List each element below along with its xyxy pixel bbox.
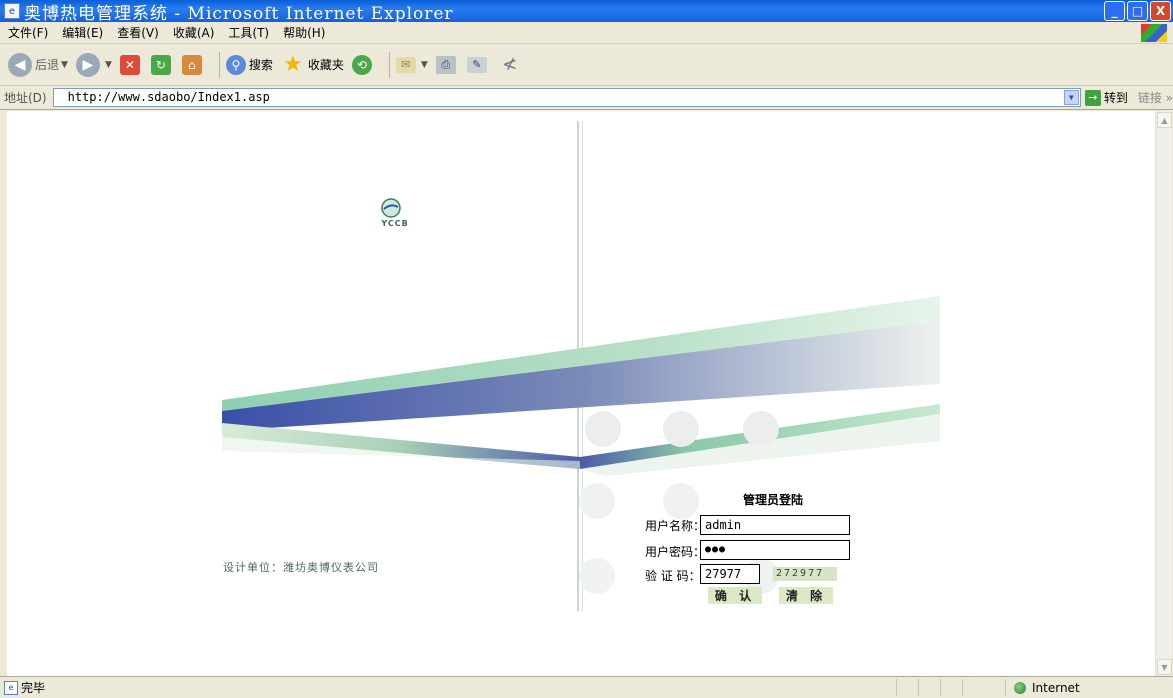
address-input[interactable]: http://www.sdaobo/Index1.asp ▼ xyxy=(52,88,1081,107)
menu-edit[interactable]: 编辑(E) xyxy=(62,24,103,41)
toolbar: ◀ 后退 ▼ ▶ ▼ ✕ ↻ ⌂ ⚲ 搜索 ★ 收藏夹 ⟲ ✉ ▼ ⎙ ✎ ≮ xyxy=(0,44,1173,86)
maximize-button[interactable]: □ xyxy=(1127,1,1148,21)
verification-code-input[interactable]: 27977 xyxy=(700,564,760,584)
login-title: 管理员登陆 xyxy=(743,493,804,507)
decor-circle xyxy=(663,411,699,447)
globe-icon xyxy=(1014,681,1026,694)
window-controls: _ □ X xyxy=(1104,1,1171,21)
menu-help[interactable]: 帮助(H) xyxy=(283,24,325,41)
toolbar-separator xyxy=(218,51,220,78)
address-bar: 地址(D) http://www.sdaobo/Index1.asp ▼ → 转… xyxy=(0,86,1173,110)
status-pane xyxy=(962,679,984,696)
password-label: 用户密码： xyxy=(645,545,706,559)
mail-button[interactable]: ✉ ▼ xyxy=(395,56,428,73)
star-icon: ★ xyxy=(283,52,303,77)
back-button[interactable]: ◀ 后退 ▼ xyxy=(8,52,68,77)
go-button[interactable]: → 转到 xyxy=(1084,89,1128,106)
go-arrow-icon: → xyxy=(1084,89,1101,106)
decor-circle xyxy=(663,483,699,519)
search-label: 搜索 xyxy=(248,58,273,72)
toolbar-separator xyxy=(388,51,390,78)
address-dropdown-icon[interactable]: ▼ xyxy=(1063,90,1079,105)
window-left-frame xyxy=(0,111,7,676)
decor-circle xyxy=(579,558,615,594)
confirm-button[interactable]: 确 认 xyxy=(708,587,762,604)
close-button[interactable]: X xyxy=(1150,1,1171,21)
mail-dropdown-icon[interactable]: ▼ xyxy=(421,60,428,70)
status-pane xyxy=(896,679,918,696)
decor-circle xyxy=(585,411,621,447)
decor-circle xyxy=(579,483,615,519)
decorative-background xyxy=(222,121,940,611)
messenger-icon: ≮ xyxy=(502,54,518,75)
forward-arrow-icon: ▶ xyxy=(75,52,100,77)
home-icon: ⌂ xyxy=(181,54,202,75)
forward-dropdown-icon[interactable]: ▼ xyxy=(105,60,112,70)
scroll-up-icon[interactable]: ▲ xyxy=(1157,112,1172,128)
window-title: 奥博热电管理系统 - Microsoft Internet Explorer xyxy=(24,3,454,24)
captcha-image: 272977 xyxy=(773,567,837,581)
stop-button[interactable]: ✕ xyxy=(119,54,143,75)
menu-file[interactable]: 文件(F) xyxy=(8,24,48,41)
status-pane xyxy=(940,679,962,696)
status-pane xyxy=(918,679,940,696)
web-page: YCCB 设计单位：潍坊奥博仪表公司 管理员登陆 用户名称： admin 用户密… xyxy=(7,111,1155,676)
title-bar[interactable]: e 奥博热电管理系统 - Microsoft Internet Explorer… xyxy=(0,0,1173,24)
page-done-icon: e xyxy=(4,680,18,695)
password-input[interactable]: ●●● xyxy=(700,540,850,560)
security-zone[interactable]: Internet xyxy=(1005,679,1080,696)
print-button[interactable]: ⎙ xyxy=(435,55,459,74)
address-url: http://www.sdaobo/Index1.asp xyxy=(67,90,270,104)
edit-button[interactable]: ✎ xyxy=(466,56,490,73)
edit-icon: ✎ xyxy=(466,56,487,73)
decor-circle xyxy=(743,411,779,447)
scroll-down-icon[interactable]: ▼ xyxy=(1157,659,1172,675)
home-button[interactable]: ⌂ xyxy=(181,54,205,75)
refresh-button[interactable]: ↻ xyxy=(150,54,174,75)
back-arrow-icon: ◀ xyxy=(8,52,32,77)
links-toolbar[interactable]: 链接 » xyxy=(1138,89,1173,106)
back-label: 后退 xyxy=(35,58,60,72)
search-icon: ⚲ xyxy=(225,54,246,75)
refresh-icon: ↻ xyxy=(150,54,171,75)
menu-bar: 文件(F) 编辑(E) 查看(V) 收藏(A) 工具(T) 帮助(H) xyxy=(0,22,1173,44)
username-input[interactable]: admin xyxy=(700,515,850,535)
forward-button[interactable]: ▶ ▼ xyxy=(75,52,112,77)
printer-icon: ⎙ xyxy=(435,55,456,74)
history-icon: ⟲ xyxy=(351,54,372,75)
designer-credit: 设计单位：潍坊奥博仪表公司 xyxy=(223,561,379,574)
logo-text: YCCB xyxy=(381,219,409,228)
mail-icon: ✉ xyxy=(395,56,416,73)
favorites-label: 收藏夹 xyxy=(307,58,344,72)
address-label: 地址(D) xyxy=(4,91,47,105)
stop-icon: ✕ xyxy=(119,54,140,75)
vertical-scrollbar[interactable]: ▲ ▼ xyxy=(1155,111,1172,676)
menu-favorites[interactable]: 收藏(A) xyxy=(173,24,215,41)
clear-button[interactable]: 清 除 xyxy=(779,587,833,604)
search-button[interactable]: ⚲ 搜索 xyxy=(225,54,273,75)
favorites-button[interactable]: ★ 收藏夹 xyxy=(281,52,344,77)
status-text: 完毕 xyxy=(21,681,46,695)
code-label: 验 证 码： xyxy=(645,569,701,583)
status-bar: e 完毕 Internet xyxy=(0,676,1173,698)
windows-logo-icon xyxy=(1141,24,1167,42)
upper-blue-band xyxy=(222,321,940,431)
company-logo-icon xyxy=(381,198,401,218)
history-button[interactable]: ⟲ xyxy=(351,54,375,75)
zone-label: Internet xyxy=(1032,680,1080,695)
menu-view[interactable]: 查看(V) xyxy=(117,24,159,41)
username-label: 用户名称： xyxy=(645,519,706,533)
back-dropdown-icon[interactable]: ▼ xyxy=(61,60,68,70)
minimize-button[interactable]: _ xyxy=(1104,1,1125,21)
go-label: 转到 xyxy=(1103,91,1128,105)
messenger-button[interactable]: ≮ xyxy=(498,53,525,77)
status-panes xyxy=(896,679,984,696)
ie-page-icon: e xyxy=(4,3,20,19)
menu-tools[interactable]: 工具(T) xyxy=(228,24,269,41)
